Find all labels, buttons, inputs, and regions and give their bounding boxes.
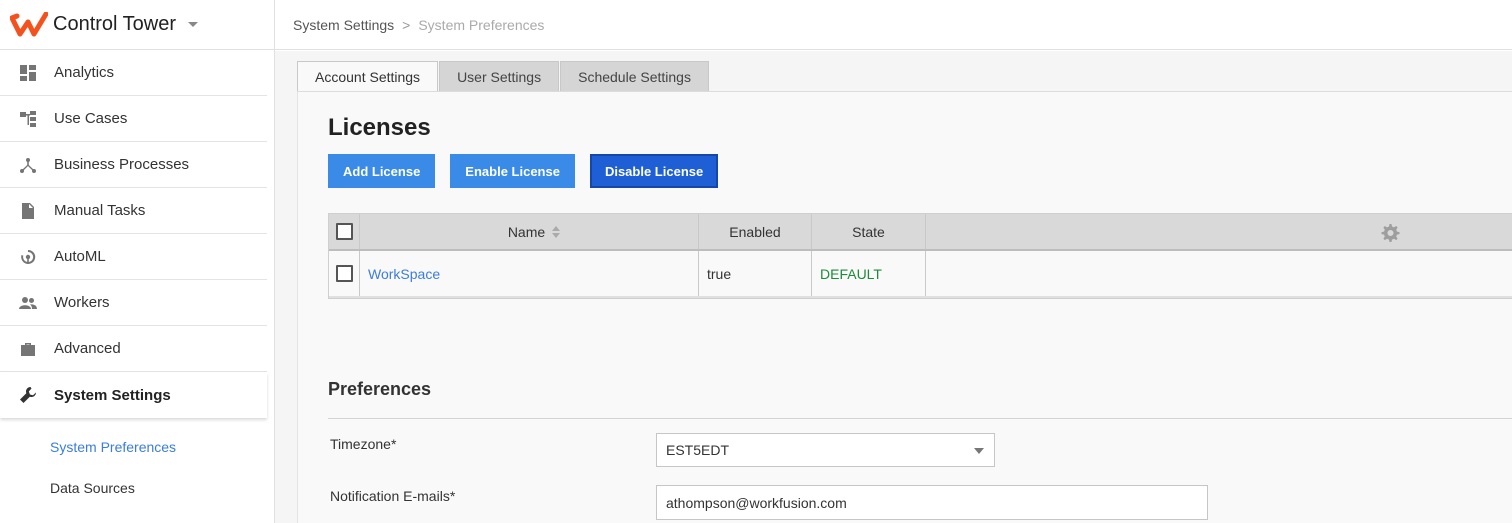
- people-icon: [0, 294, 54, 312]
- preferences-title: Preferences: [328, 379, 432, 399]
- breadcrumb-parent-link[interactable]: System Settings: [293, 17, 394, 33]
- sidebar-item-business-processes[interactable]: Business Processes: [0, 142, 267, 188]
- column-header-settings: [926, 214, 1512, 249]
- enable-license-button[interactable]: Enable License: [450, 154, 575, 188]
- cell-empty: [926, 251, 1512, 296]
- timezone-label: Timezone*: [330, 436, 397, 452]
- column-header-state[interactable]: State: [812, 214, 926, 249]
- license-name-link[interactable]: WorkSpace: [368, 266, 440, 282]
- subnav-item-data-sources[interactable]: Data Sources: [0, 467, 274, 508]
- chevron-down-icon: [974, 448, 984, 454]
- sidebar-item-analytics[interactable]: Analytics: [0, 50, 267, 96]
- breadcrumb-separator-icon: >: [402, 16, 411, 33]
- preferences-divider: [328, 418, 1512, 419]
- briefcase-icon: [0, 340, 54, 358]
- column-header-label: Name: [507, 223, 546, 240]
- cell-name: WorkSpace: [360, 251, 699, 296]
- settings-tabs: Account Settings User Settings Schedule …: [297, 61, 710, 92]
- table-row[interactable]: WorkSpace true DEFAULT: [329, 251, 1512, 298]
- tab-user-settings[interactable]: User Settings: [439, 61, 560, 91]
- row-select-checkbox[interactable]: [335, 265, 353, 282]
- tab-schedule-settings[interactable]: Schedule Settings: [560, 61, 709, 91]
- sidebar-item-label: Manual Tasks: [54, 202, 146, 219]
- sort-icon[interactable]: [552, 225, 561, 238]
- sidebar-item-manual-tasks[interactable]: Manual Tasks: [0, 188, 267, 234]
- app-switcher-chevron-down-icon[interactable]: [188, 22, 199, 27]
- system-settings-subnav: System Preferences Data Sources: [0, 418, 274, 508]
- notification-emails-input[interactable]: [656, 485, 1208, 520]
- automl-icon: [0, 248, 54, 266]
- sidebar: Control Tower Analytics Use Cases Busine…: [0, 0, 275, 523]
- sidebar-item-label: Business Processes: [54, 156, 190, 173]
- main-content: Account Settings User Settings Schedule …: [275, 51, 1512, 523]
- table-header: Name Enabled State: [329, 214, 1512, 251]
- licenses-title: Licenses: [328, 114, 431, 141]
- workfusion-logo-icon: [10, 11, 48, 36]
- notification-emails-label: Notification E-mails*: [330, 488, 456, 504]
- add-license-button[interactable]: Add License: [328, 154, 436, 188]
- sidebar-item-automl[interactable]: AutoML: [0, 234, 267, 280]
- account-settings-panel: Licenses Add License Enable License Disa…: [297, 91, 1512, 523]
- sidebar-item-use-cases[interactable]: Use Cases: [0, 96, 267, 142]
- timezone-selected-value: EST5EDT: [666, 442, 730, 458]
- hierarchy-icon: [0, 110, 54, 128]
- process-fork-icon: [0, 156, 54, 174]
- sidebar-item-system-settings[interactable]: System Settings: [0, 372, 267, 418]
- sidebar-item-advanced[interactable]: Advanced: [0, 326, 267, 372]
- sidebar-item-label: System Settings: [54, 386, 171, 404]
- license-actions: Add License Enable License Disable Licen…: [328, 154, 733, 188]
- sidebar-nav: Analytics Use Cases Business Processes M…: [0, 50, 274, 418]
- breadcrumb: System Settings > System Preferences: [275, 0, 1512, 50]
- breadcrumb-current: System Preferences: [418, 16, 545, 33]
- disable-license-button[interactable]: Disable License: [589, 154, 719, 188]
- column-header-name[interactable]: Name: [360, 214, 699, 249]
- sidebar-item-workers[interactable]: Workers: [0, 280, 267, 326]
- cell-state: DEFAULT: [812, 251, 926, 296]
- column-header-enabled[interactable]: Enabled: [699, 214, 812, 249]
- subnav-item-system-preferences[interactable]: System Preferences: [0, 426, 274, 467]
- header-checkbox-cell: [329, 214, 360, 249]
- sidebar-item-label: AutoML: [54, 248, 106, 265]
- tab-account-settings[interactable]: Account Settings: [297, 61, 439, 92]
- select-all-checkbox[interactable]: [335, 223, 353, 240]
- cell-enabled: true: [699, 251, 812, 296]
- licenses-table: Name Enabled State WorkSpace true DEFAUL…: [328, 213, 1512, 299]
- sidebar-item-label: Advanced: [54, 340, 121, 357]
- dashboard-icon: [0, 64, 54, 82]
- sidebar-item-label: Workers: [54, 294, 110, 311]
- brand-header[interactable]: Control Tower: [0, 0, 274, 50]
- row-checkbox-cell: [329, 251, 360, 296]
- sidebar-item-label: Use Cases: [54, 110, 128, 127]
- app-title: Control Tower: [53, 13, 177, 35]
- sidebar-item-label: Analytics: [54, 64, 115, 81]
- gear-icon[interactable]: [1380, 223, 1400, 243]
- timezone-select[interactable]: EST5EDT: [656, 433, 995, 467]
- wrench-icon: [0, 386, 54, 404]
- document-icon: [0, 202, 54, 220]
